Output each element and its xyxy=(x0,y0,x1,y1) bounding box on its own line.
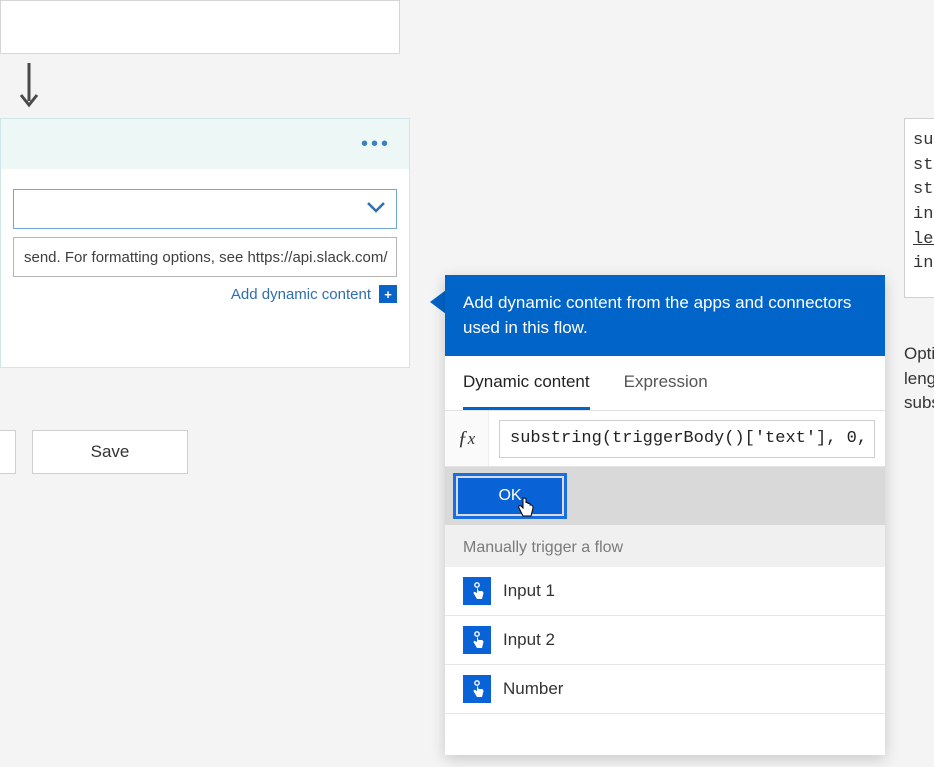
hint-line: inte xyxy=(913,252,934,277)
flyout-caret-icon xyxy=(430,290,446,314)
token-item[interactable]: Number xyxy=(445,665,885,714)
hint-line: star xyxy=(913,178,934,203)
hint-desc-line: Opti xyxy=(904,342,934,367)
action-card: ••• send. For formatting options, see ht… xyxy=(0,118,410,368)
ok-button-focus-ring: OK xyxy=(453,473,567,519)
save-button[interactable]: Save xyxy=(32,430,188,474)
intellisense-description: Opti leng subs xyxy=(904,336,934,416)
expression-row: ƒx substring(triggerBody()['text'], 0, 5… xyxy=(445,411,885,467)
channel-dropdown[interactable] xyxy=(13,189,397,229)
dc-tabs: Dynamic content Expression xyxy=(445,356,885,411)
message-text-placeholder: send. For formatting options, see https:… xyxy=(24,249,388,266)
hint-desc-line: subs xyxy=(904,391,934,416)
message-text-input[interactable]: send. For formatting options, see https:… xyxy=(13,237,397,277)
expression-input[interactable]: substring(triggerBody()['text'], 0, 5) xyxy=(499,420,875,458)
ok-button[interactable]: OK xyxy=(458,478,562,514)
touch-icon xyxy=(463,626,491,654)
hint-desc-line: leng xyxy=(904,367,934,392)
tab-expression[interactable]: Expression xyxy=(624,372,708,410)
fx-icon: ƒx xyxy=(445,411,489,466)
previous-action-card[interactable] xyxy=(0,0,400,54)
add-dynamic-content-icon[interactable]: + xyxy=(379,285,397,303)
cursor-pointer-icon xyxy=(516,496,536,525)
ok-bar: OK xyxy=(445,467,885,525)
intellisense-tooltip: subs stri star inte leng inte xyxy=(904,118,934,298)
flow-designer-canvas: ••• send. For formatting options, see ht… xyxy=(0,0,934,767)
more-options-icon[interactable]: ••• xyxy=(361,133,391,156)
tab-dynamic-content[interactable]: Dynamic content xyxy=(463,372,590,410)
action-card-header: ••• xyxy=(1,119,409,169)
token-item[interactable]: Input 2 xyxy=(445,616,885,665)
hint-line: subs xyxy=(913,129,934,154)
connector-arrow-icon xyxy=(18,62,40,110)
dynamic-content-panel: Add dynamic content from the apps and co… xyxy=(445,275,885,755)
dc-header-line1: Add dynamic content from the apps and co… xyxy=(463,291,867,316)
touch-icon xyxy=(463,577,491,605)
hint-line: stri xyxy=(913,154,934,179)
token-label: Input 2 xyxy=(503,630,555,650)
hint-line: leng xyxy=(913,228,934,253)
dynamic-content-header: Add dynamic content from the apps and co… xyxy=(445,275,885,356)
hidden-button[interactable] xyxy=(0,430,16,474)
hint-line: inte xyxy=(913,203,934,228)
dc-header-line2: used in this flow. xyxy=(463,316,867,341)
add-dynamic-content-link[interactable]: Add dynamic content xyxy=(231,286,371,303)
touch-icon xyxy=(463,675,491,703)
token-label: Input 1 xyxy=(503,581,555,601)
token-item[interactable]: Input 1 xyxy=(445,567,885,616)
token-label: Number xyxy=(503,679,563,699)
token-section-title: Manually trigger a flow xyxy=(445,525,885,567)
token-list: Input 1 Input 2 Number xyxy=(445,567,885,714)
expression-value: substring(triggerBody()['text'], 0, 5) xyxy=(510,429,875,448)
save-button-label: Save xyxy=(91,442,130,462)
chevron-down-icon xyxy=(366,200,386,219)
